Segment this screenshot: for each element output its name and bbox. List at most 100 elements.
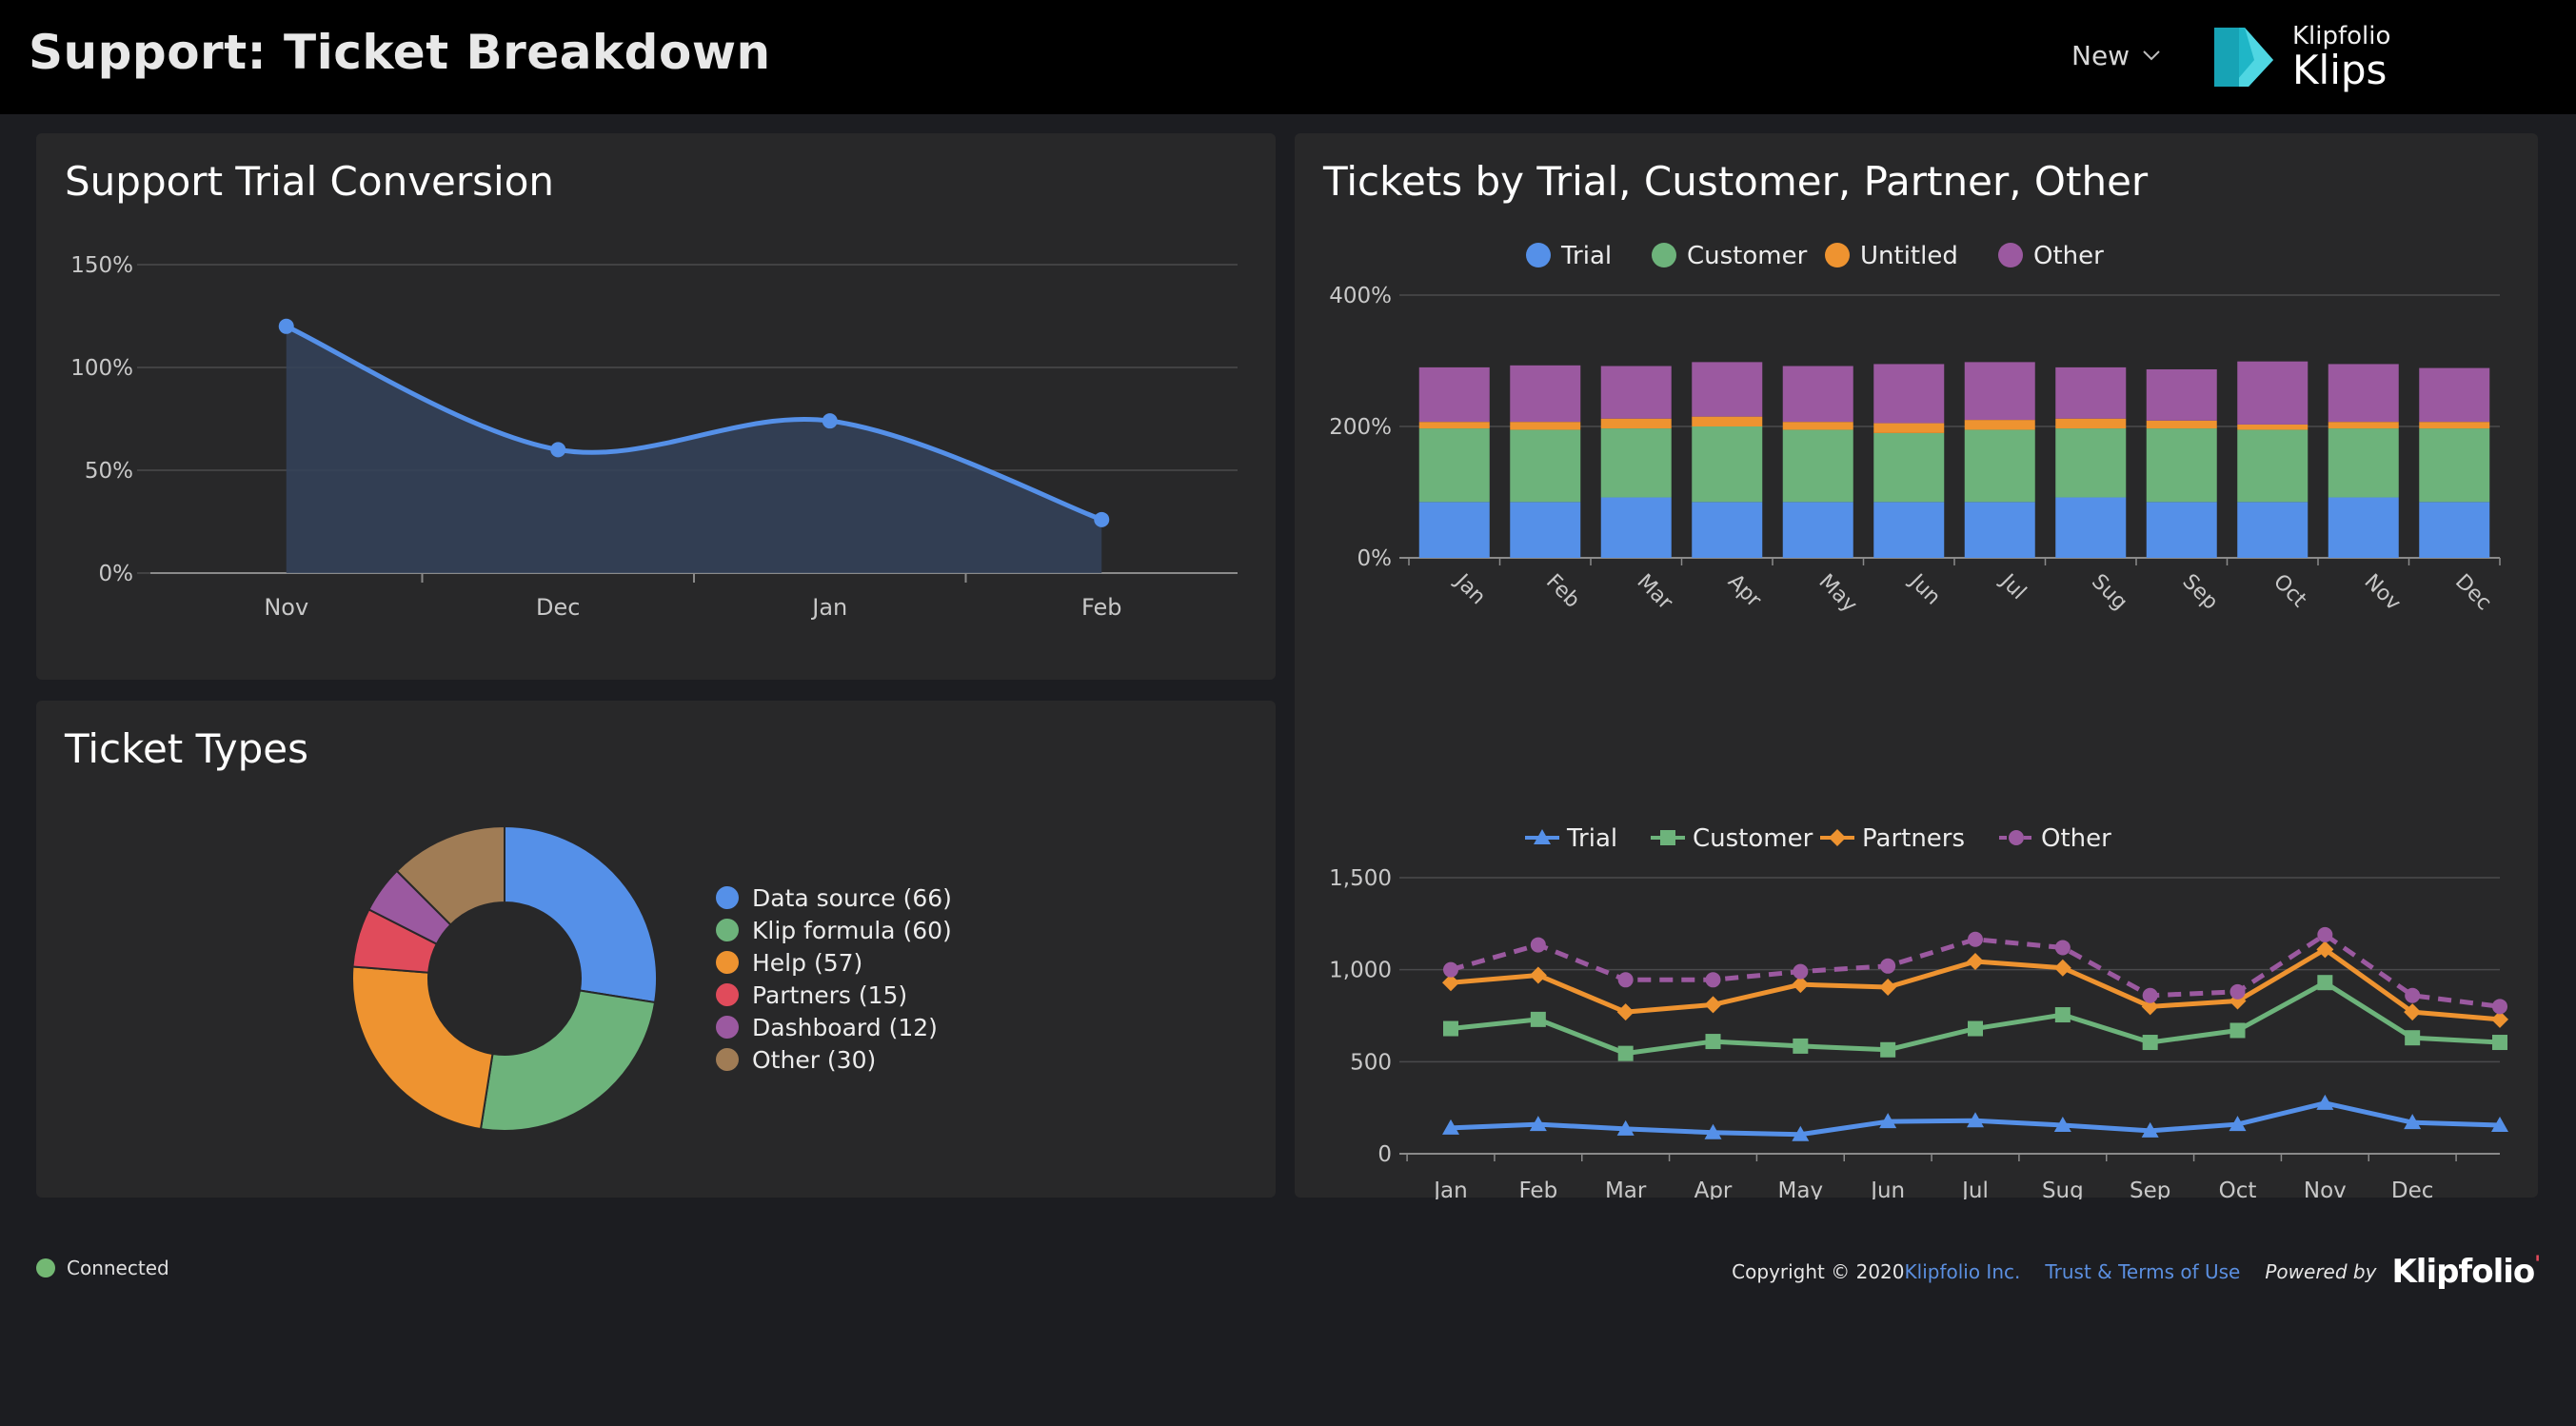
bar-segment — [2419, 428, 2490, 503]
bar-segment — [2055, 418, 2127, 429]
legend-item[interactable]: Other (30) — [716, 1043, 952, 1076]
x-tick-label: Jan — [1432, 1178, 1467, 1199]
x-tick-label: Jun — [1869, 1178, 1905, 1199]
new-menu-button[interactable]: New — [2071, 36, 2160, 74]
data-point — [1705, 1034, 1721, 1050]
bar-segment — [2237, 424, 2308, 430]
legend-item[interactable]: Dashboard (12) — [716, 1011, 952, 1043]
legend-label: Other — [2033, 242, 2104, 270]
bar-segment — [1418, 428, 1490, 503]
bar-segment — [1510, 429, 1581, 503]
legend-swatch — [716, 919, 739, 941]
bar-segment — [1964, 502, 2035, 558]
data-point — [1443, 1020, 1458, 1037]
legend-label: Customer — [1693, 824, 1813, 853]
legend-label: Data source (66) — [752, 883, 952, 912]
legend-swatch — [716, 1016, 739, 1039]
data-point — [1968, 931, 1983, 947]
legend-swatch — [1825, 243, 1850, 267]
bar-segment — [1873, 432, 1945, 503]
multi-line-chart: Trial Customer Partners Other 0 500 1,000 1,500… — [1329, 824, 2508, 1199]
bar-segment — [2055, 428, 2127, 498]
legend-swatch — [716, 951, 739, 974]
x-tick-label: Jun — [1904, 568, 1945, 609]
bar-segment — [1600, 418, 1672, 429]
panel-ticket-types: Ticket Types Data source (66) Klip formul… — [36, 701, 1276, 1198]
pie-slice — [351, 965, 494, 1131]
x-tick-label: Nov — [264, 594, 308, 621]
bar-segment — [1782, 422, 1853, 430]
data-point — [1094, 511, 1110, 527]
data-point — [2054, 1007, 2071, 1023]
x-tick-label: Nov — [2360, 570, 2406, 616]
brand-logo[interactable]: Klipfolio Klips — [2210, 19, 2390, 95]
terms-link[interactable]: Trust & Terms of Use — [2045, 1260, 2240, 1283]
x-tick-label: Mar — [1633, 570, 1678, 616]
legend-label: Partners — [1862, 824, 1965, 853]
legend-item[interactable]: Partners (15) — [716, 979, 952, 1011]
data-point — [1880, 958, 1896, 974]
legend-item[interactable]: Klip formula (60) — [716, 914, 952, 946]
x-tick-label: Jan — [810, 594, 847, 621]
data-point — [2317, 926, 2333, 942]
ticket-types-legend: Data source (66) Klip formula (60) Help (5… — [716, 881, 952, 1076]
bar-segment — [2328, 428, 2399, 498]
data-point — [2142, 1035, 2158, 1051]
x-tick-label: Feb — [1541, 570, 1584, 613]
legend-label: Other (30) — [752, 1045, 877, 1074]
x-tick-label: Feb — [1081, 594, 1122, 621]
data-point — [1616, 1003, 1635, 1021]
bar-segment — [1600, 366, 1672, 419]
legend-swatch — [1652, 243, 1676, 267]
data-point — [1530, 937, 1546, 953]
y-tick-label: 150% — [70, 253, 133, 278]
company-link[interactable]: Klipfolio Inc. — [1905, 1260, 2021, 1283]
data-point — [1443, 961, 1458, 978]
legend-item[interactable]: Data source (66) — [716, 881, 952, 914]
data-point — [1705, 972, 1721, 988]
bar-segment — [1873, 502, 1945, 558]
area-fill — [286, 326, 1102, 573]
ticket-types-donut-chart — [351, 824, 658, 1132]
top-bar: Support: Ticket Breakdown New Klipfolio … — [0, 0, 2576, 114]
bar-segment — [2146, 428, 2217, 503]
legend-label: Partners (15) — [752, 980, 908, 1009]
legend-marker — [1829, 829, 1846, 846]
legend-label: Other — [2041, 824, 2111, 853]
bar-segment — [1964, 429, 2035, 503]
y-tick-label: 1,500 — [1329, 866, 1392, 891]
x-tick-label: Dec — [536, 594, 580, 621]
legend-label: Help (57) — [752, 948, 863, 977]
data-point — [1968, 1020, 1983, 1037]
bar-segment — [1510, 502, 1581, 558]
bar-segment — [2146, 420, 2217, 429]
data-point — [822, 413, 838, 429]
data-point — [2492, 1035, 2507, 1051]
bar-segment — [2055, 497, 2127, 558]
data-point — [1793, 1038, 1809, 1054]
data-point — [2317, 975, 2333, 991]
legend-swatch — [1526, 243, 1551, 267]
stacked-bar-chart: Trial Customer Untitled Other 0% 200% 400% Jan F… — [1329, 242, 2501, 617]
conversion-area-chart: 0% 50% 100% 150% Nov Dec Jan Feb — [70, 253, 1238, 621]
bar-segment — [2419, 502, 2490, 558]
legend-label: Trial — [1566, 824, 1617, 853]
legend-item[interactable]: Help (57) — [716, 946, 952, 979]
klips-logo-icon — [2214, 28, 2273, 87]
legend-marker — [1660, 830, 1675, 845]
x-tick-label: Mar — [1605, 1178, 1647, 1199]
x-tick-label: Sep — [2178, 570, 2223, 615]
x-tick-label: Dec — [2450, 570, 2496, 616]
bar-segment — [2419, 367, 2490, 423]
data-point — [2492, 999, 2507, 1015]
bar-segment — [1964, 420, 2035, 430]
y-tick-label: 0 — [1377, 1142, 1392, 1167]
bar-segment — [1510, 365, 1581, 423]
legend-label: Dashboard (12) — [752, 1013, 938, 1041]
legend-marker — [2009, 830, 2024, 845]
footer: Copyright © 2020 Klipfolio Inc. Trust & … — [1732, 1253, 2541, 1291]
klipfolio-footer-logo[interactable]: Klipfolio' — [2391, 1253, 2541, 1291]
x-tick-label: Jan — [1449, 568, 1490, 609]
bar-segment — [2237, 429, 2308, 503]
pie-slice — [479, 989, 657, 1132]
